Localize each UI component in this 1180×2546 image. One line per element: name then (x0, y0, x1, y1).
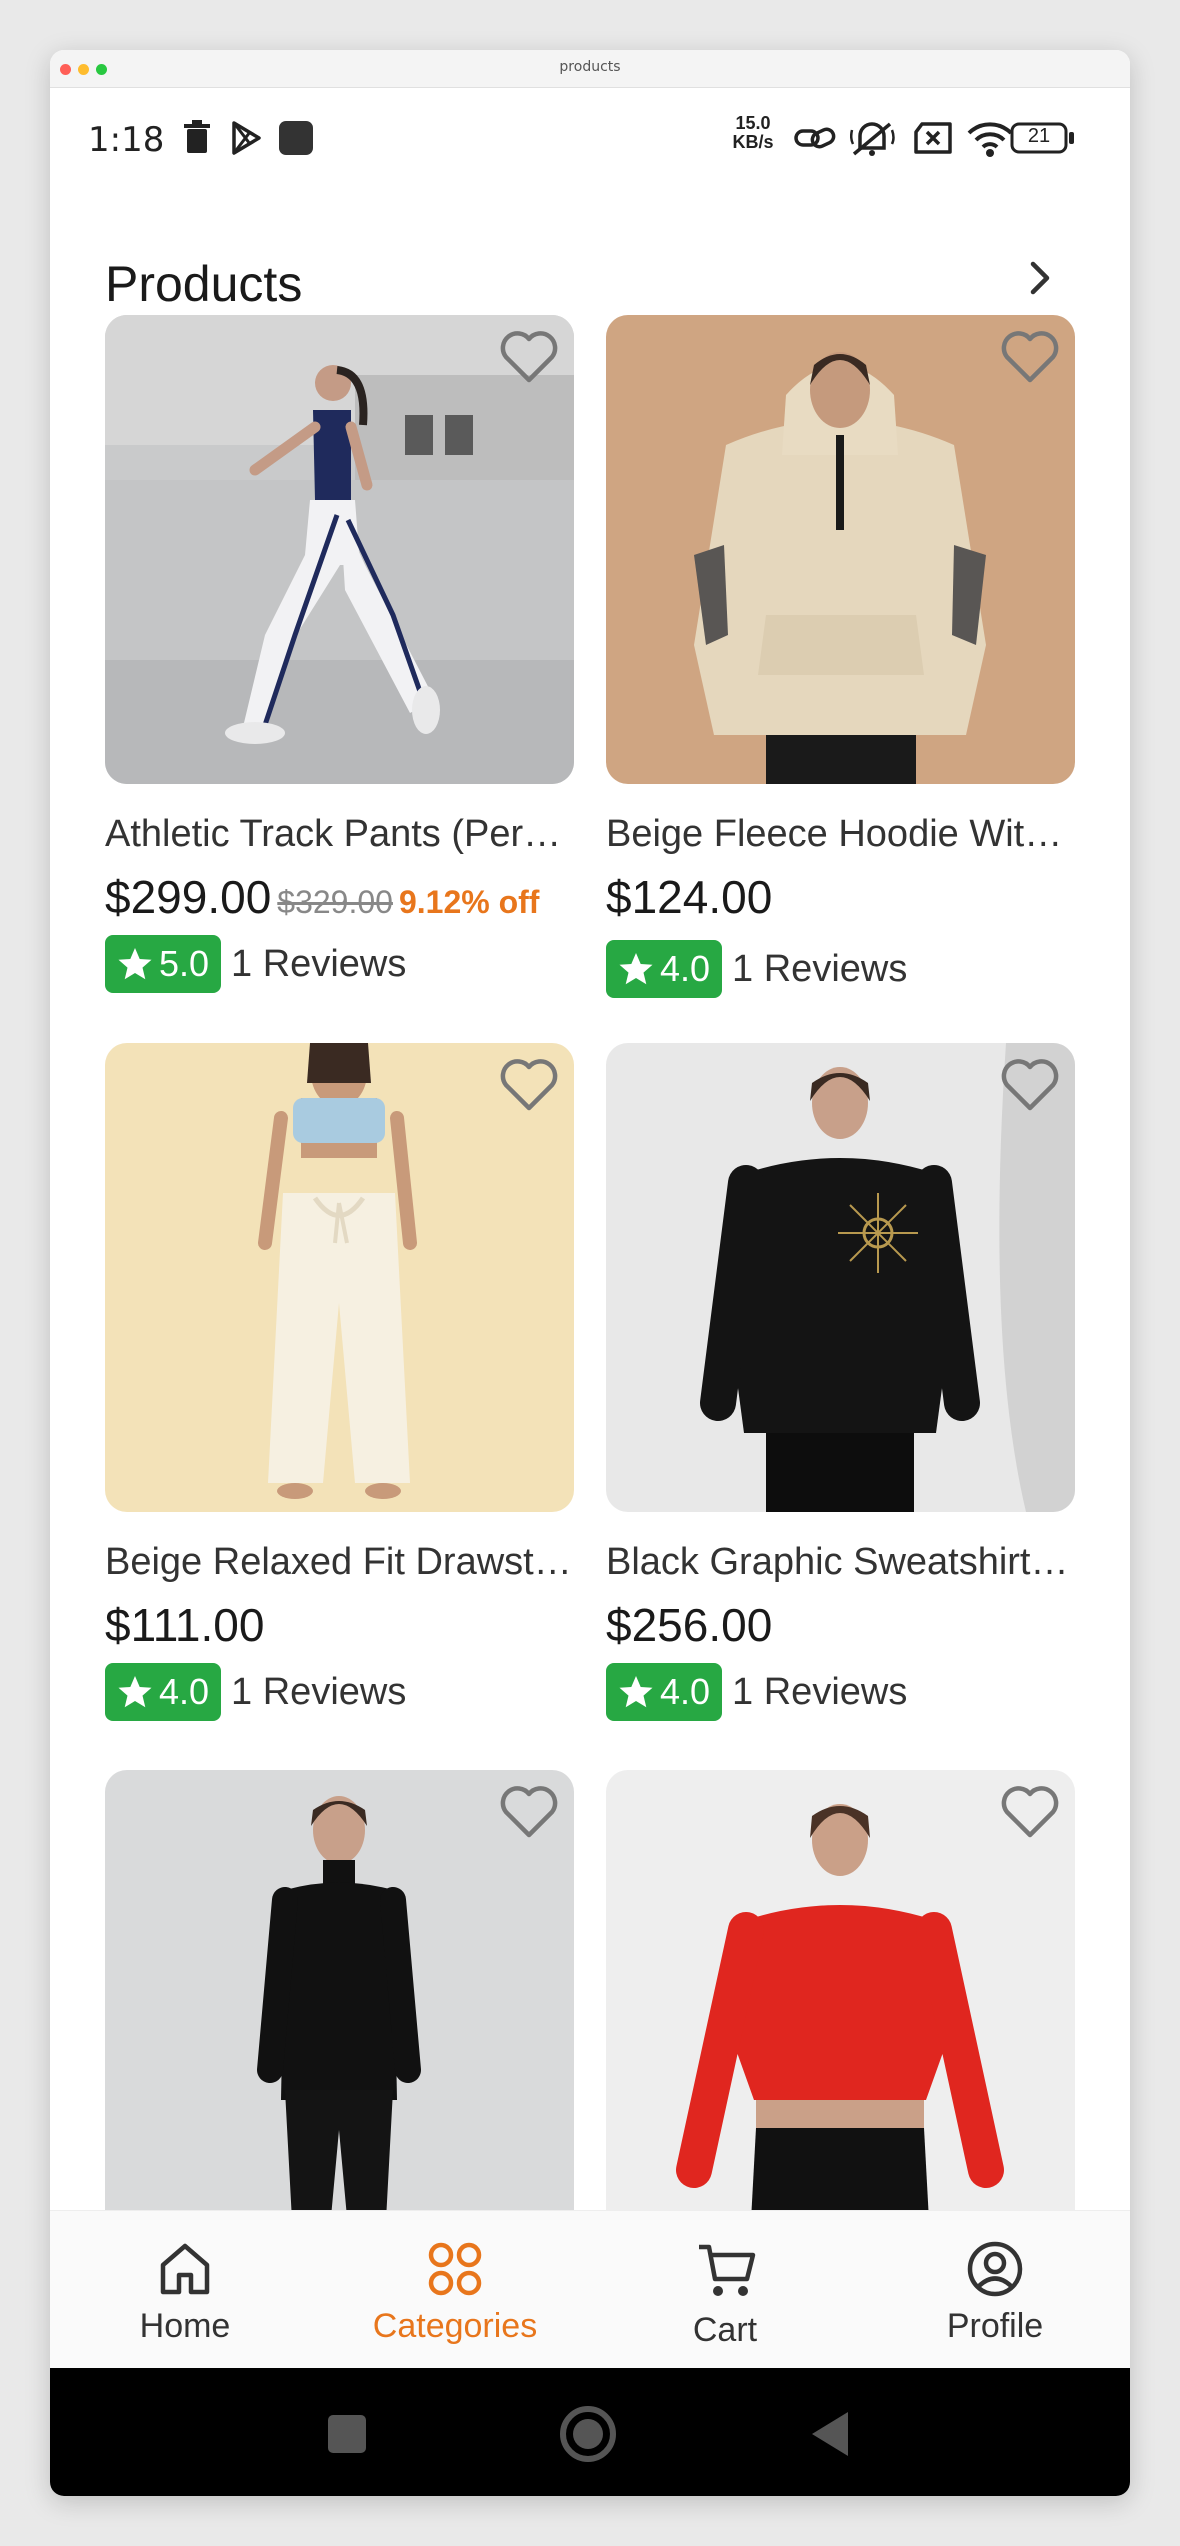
system-navigation-bar (50, 2368, 1130, 2496)
cart-icon (695, 2239, 759, 2305)
categories-icon (425, 2239, 485, 2303)
rating-row: 5.0 1 Reviews (105, 935, 406, 993)
nav-profile[interactable]: Profile (860, 2211, 1130, 2369)
rating-badge: 5.0 (105, 935, 222, 993)
rating-badge: 4.0 (606, 1663, 723, 1721)
rating-value: 4.0 (159, 1671, 210, 1712)
home-icon (155, 2239, 215, 2303)
rating-row: 4.0 1 Reviews (606, 940, 907, 998)
home-system-button[interactable] (558, 2404, 618, 2468)
star-icon (118, 1676, 152, 1708)
heart-icon[interactable] (999, 1784, 1061, 1844)
product-image[interactable] (606, 315, 1075, 784)
heart-icon[interactable] (498, 1784, 560, 1844)
star-icon (118, 948, 152, 980)
product-price: $256.00 (606, 1599, 773, 1651)
product-image[interactable] (606, 1043, 1075, 1512)
product-image[interactable] (105, 315, 574, 784)
review-count: 1 Reviews (732, 1670, 908, 1713)
price-row: $256.00 (606, 1598, 772, 1652)
nav-categories-label: Categories (372, 2307, 538, 2345)
nav-cart[interactable]: Cart (590, 2211, 860, 2369)
review-count: 1 Reviews (231, 1670, 407, 1713)
rating-value: 5.0 (159, 943, 210, 984)
review-count: 1 Reviews (231, 942, 407, 985)
product-price: $124.00 (606, 871, 773, 923)
rating-value: 4.0 (660, 1671, 711, 1712)
star-icon (619, 953, 653, 985)
rating-row: 4.0 1 Reviews (105, 1663, 406, 1721)
product-name: Beige Fleece Hoodie Wit… (606, 813, 1063, 855)
heart-icon[interactable] (999, 1057, 1061, 1117)
nav-categories[interactable]: Categories (320, 2211, 590, 2369)
rating-badge: 4.0 (105, 1663, 222, 1721)
product-name: Athletic Track Pants (Per… (105, 813, 562, 855)
product-name: Black Graphic Sweatshirt… (606, 1541, 1069, 1583)
heart-icon[interactable] (999, 329, 1061, 389)
star-icon (619, 1676, 653, 1708)
product-image[interactable] (606, 1770, 1075, 2210)
price-row: $124.00 (606, 870, 772, 924)
nav-home-label: Home (139, 2307, 231, 2345)
price-row: $111.00 (105, 1598, 264, 1652)
price-row: $299.00 $329.00 9.12% off (105, 870, 539, 924)
product-price: $111.00 (105, 1599, 265, 1651)
app-window: products 1:18 15.0 KB/s 21 Products Athl… (50, 50, 1130, 2496)
bottom-navigation: Home Categories Cart Profile (50, 2210, 1130, 2368)
review-count: 1 Reviews (732, 947, 908, 990)
product-image[interactable] (105, 1770, 574, 2210)
recents-button[interactable] (327, 2414, 367, 2458)
nav-profile-label: Profile (946, 2307, 1044, 2345)
nav-cart-label: Cart (692, 2311, 758, 2349)
product-grid: Athletic Track Pants (Per… $299.00 $329.0… (50, 50, 1130, 2210)
original-price: $329.00 (277, 884, 393, 920)
back-button[interactable] (808, 2410, 852, 2462)
rating-value: 4.0 (660, 948, 711, 989)
rating-row: 4.0 1 Reviews (606, 1663, 907, 1721)
heart-icon[interactable] (498, 329, 560, 389)
discount-label: 9.12% off (398, 884, 540, 920)
rating-badge: 4.0 (606, 940, 723, 998)
product-image[interactable] (105, 1043, 574, 1512)
product-name: Beige Relaxed Fit Drawst… (105, 1541, 572, 1583)
product-price: $299.00 (105, 871, 272, 923)
heart-icon[interactable] (498, 1057, 560, 1117)
nav-home[interactable]: Home (50, 2211, 320, 2369)
profile-icon (965, 2239, 1025, 2303)
